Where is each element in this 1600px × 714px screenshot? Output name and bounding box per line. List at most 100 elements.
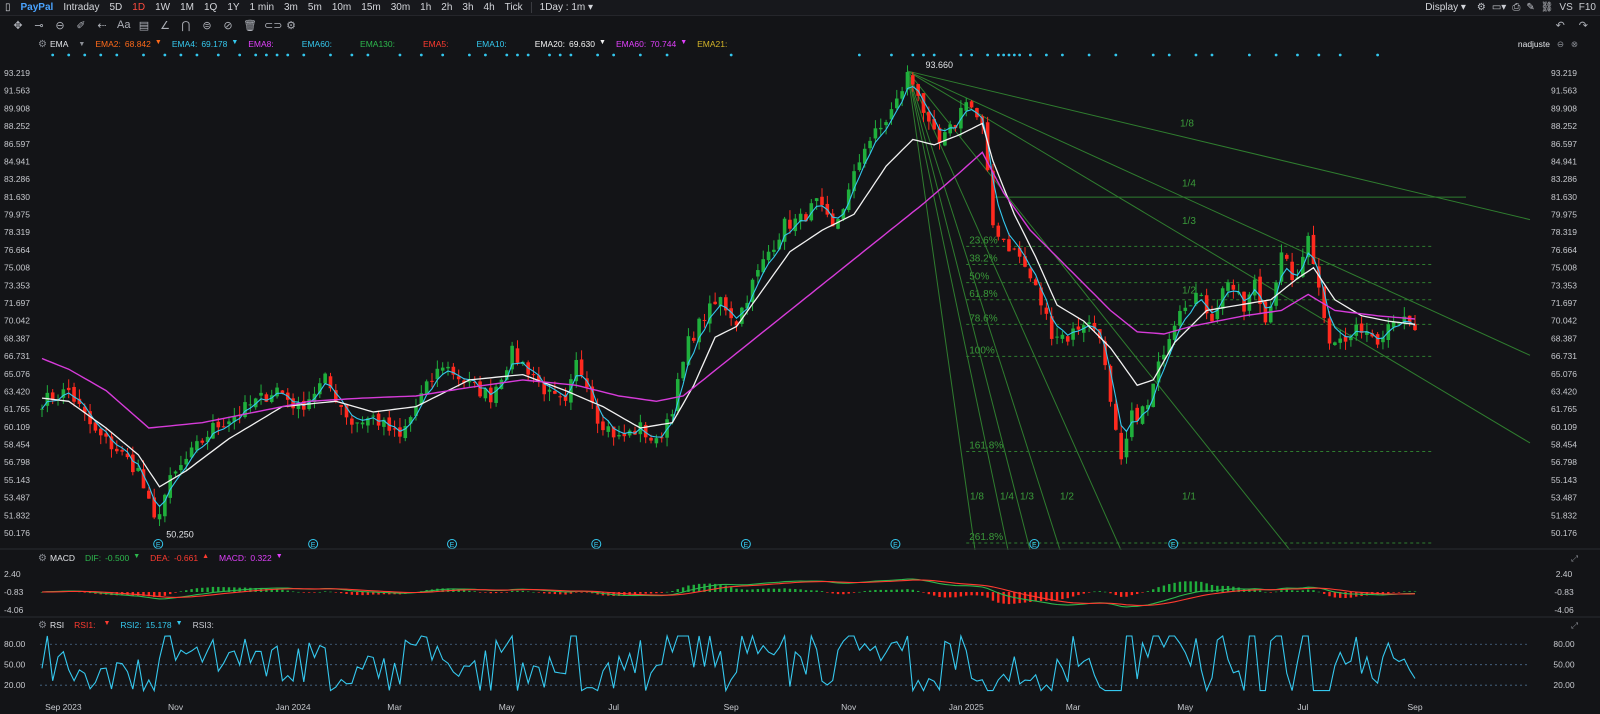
candle-body[interactable]: [72, 386, 76, 402]
candle-body[interactable]: [894, 98, 899, 109]
candle-body[interactable]: [873, 128, 878, 139]
legend-settings-icon[interactable]: ⚙: [38, 39, 50, 50]
candle-body[interactable]: [114, 448, 119, 452]
candle-body[interactable]: [1135, 407, 1139, 421]
event-dot[interactable]: [67, 53, 71, 57]
event-dot[interactable]: [526, 53, 530, 57]
event-dot[interactable]: [1274, 53, 1278, 57]
event-dot[interactable]: [1087, 53, 1091, 57]
macd-chart[interactable]: 2.40 2.40 -0.83 -0.83 -4.06 -4.06: [0, 566, 1600, 618]
event-dot[interactable]: [441, 53, 445, 57]
candle-body[interactable]: [1124, 438, 1129, 458]
candle-body[interactable]: [1354, 324, 1359, 336]
event-dot[interactable]: [163, 53, 167, 57]
candle-body[interactable]: [1033, 279, 1038, 286]
event-dot[interactable]: [1247, 53, 1251, 57]
comment-tool-icon[interactable]: ▤: [138, 19, 150, 32]
candle-body[interactable]: [478, 381, 482, 397]
event-dot[interactable]: [1210, 53, 1214, 57]
magnet-icon[interactable]: ⋂: [180, 19, 192, 32]
candle-body[interactable]: [1231, 284, 1236, 290]
candle-body[interactable]: [1343, 336, 1348, 342]
candle-body[interactable]: [905, 71, 910, 90]
event-dot[interactable]: [179, 53, 183, 57]
pencil-icon[interactable]: ✎: [1526, 2, 1534, 13]
timeframe-tab-2h[interactable]: 2h: [436, 2, 457, 13]
candle-body[interactable]: [1183, 307, 1188, 311]
event-dot[interactable]: [366, 53, 370, 57]
redo-icon[interactable]: ↷: [1579, 19, 1588, 32]
macd_legend-label-0[interactable]: DIF:: [85, 553, 101, 563]
candle-body[interactable]: [964, 102, 969, 111]
rsi_legend-label-0[interactable]: RSI1:: [74, 620, 95, 630]
event-dot[interactable]: [970, 53, 973, 57]
event-dot[interactable]: [1151, 53, 1155, 57]
candle-body[interactable]: [1188, 305, 1193, 307]
main_legend-label-2[interactable]: EMA8:: [248, 39, 274, 49]
symbol-menu-icon[interactable]: ▯: [0, 2, 16, 13]
event-dot[interactable]: [1296, 53, 1299, 57]
candle-body[interactable]: [606, 426, 611, 432]
candle-body[interactable]: [1252, 279, 1257, 296]
gann-fan-line[interactable]: [907, 70, 1531, 444]
candle-body[interactable]: [766, 251, 771, 261]
gann-fan-line[interactable]: [907, 70, 1200, 550]
candle-body[interactable]: [440, 367, 445, 371]
event-dot[interactable]: [729, 53, 733, 57]
candle-body[interactable]: [350, 418, 354, 425]
event-dot[interactable]: [665, 53, 669, 57]
event-dot[interactable]: [505, 53, 509, 57]
candle-body[interactable]: [430, 380, 434, 382]
candle-body[interactable]: [1007, 239, 1011, 252]
candle-body[interactable]: [398, 427, 402, 437]
event-dot[interactable]: [1317, 53, 1321, 57]
candle-body[interactable]: [376, 413, 381, 426]
candle-body[interactable]: [1001, 238, 1006, 241]
main_legend-label-0[interactable]: EMA2:: [95, 39, 121, 49]
ema4-line[interactable]: [41, 85, 1416, 508]
candle-body[interactable]: [1327, 318, 1332, 344]
candle-body[interactable]: [911, 75, 915, 85]
candle-body[interactable]: [649, 437, 653, 441]
event-dot[interactable]: [911, 53, 915, 57]
event-dot[interactable]: [302, 53, 306, 57]
indicator-dropdown-icon[interactable]: ▼: [78, 41, 85, 48]
event-dot[interactable]: [1194, 53, 1198, 57]
gann-fan-steep-line[interactable]: [906, 70, 1009, 550]
f10-button[interactable]: F10: [1579, 2, 1596, 13]
candle-body[interactable]: [179, 465, 183, 471]
event-dot[interactable]: [83, 53, 87, 57]
timeframe-tab-5m[interactable]: 5m: [303, 2, 327, 13]
event-dot[interactable]: [467, 53, 471, 57]
link-icon[interactable]: ⛓: [1541, 2, 1554, 13]
timeframe-tab-5d[interactable]: 5D: [104, 2, 127, 13]
arrow-tool-icon[interactable]: ⇠: [96, 19, 108, 32]
candle-body[interactable]: [1226, 282, 1230, 291]
candle-body[interactable]: [702, 319, 707, 321]
candle-body[interactable]: [1071, 328, 1075, 340]
event-dot[interactable]: [216, 53, 220, 57]
candle-body[interactable]: [654, 438, 659, 444]
macd-expand-icon[interactable]: ⤢: [1571, 553, 1578, 564]
event-dot[interactable]: [932, 53, 936, 57]
candle-body[interactable]: [360, 422, 365, 425]
candle-body[interactable]: [339, 404, 343, 407]
event-dot[interactable]: [596, 53, 600, 57]
candle-body[interactable]: [868, 140, 872, 149]
candle-body[interactable]: [772, 249, 776, 252]
rsi-settings-icon[interactable]: ⚙: [38, 620, 50, 631]
candle-body[interactable]: [259, 392, 263, 396]
event-dot[interactable]: [1002, 53, 1006, 57]
candle-body[interactable]: [1087, 322, 1091, 325]
candle-body[interactable]: [1290, 261, 1294, 281]
candle-body[interactable]: [814, 198, 819, 202]
template-gear-icon[interactable]: ⚙: [285, 19, 297, 32]
event-dot[interactable]: [1012, 53, 1016, 57]
timeframe-tab-1-min[interactable]: 1 min: [245, 2, 279, 13]
candle-body[interactable]: [1349, 337, 1353, 341]
candle-body[interactable]: [756, 270, 760, 277]
candle-body[interactable]: [996, 225, 1001, 237]
event-dot[interactable]: [286, 53, 290, 57]
candle-body[interactable]: [1060, 334, 1065, 339]
event-dot[interactable]: [329, 53, 332, 57]
